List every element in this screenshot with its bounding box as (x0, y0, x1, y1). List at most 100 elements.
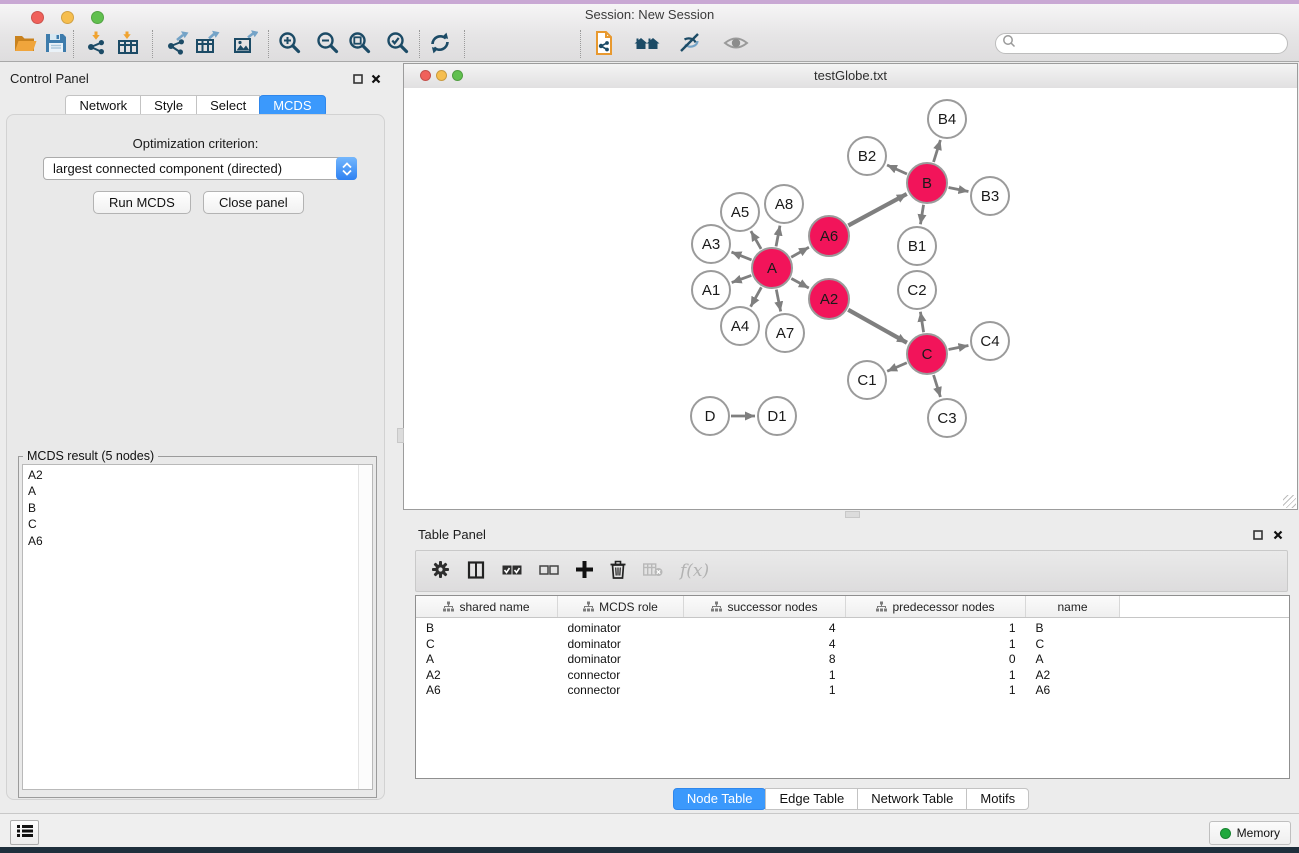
columns-icon (467, 561, 485, 582)
graph-edge-B-B2[interactable] (887, 165, 907, 174)
delete-column-button[interactable] (610, 560, 626, 582)
zoom-fit-button[interactable] (345, 27, 375, 59)
splitter-grip-horizontal[interactable] (845, 511, 860, 518)
search-input[interactable] (1019, 36, 1281, 52)
splitter-grip-vertical[interactable] (397, 428, 404, 443)
network-from-document-button[interactable] (590, 27, 620, 59)
resize-grip-icon[interactable] (1283, 495, 1296, 508)
refresh-view-button[interactable] (425, 27, 455, 59)
graph-edge-A6-B[interactable] (848, 194, 906, 226)
close-panel-button[interactable]: Close panel (203, 191, 304, 214)
task-history-button[interactable] (10, 820, 39, 845)
memory-button[interactable]: Memory (1209, 821, 1291, 845)
graph-edge-B-B1[interactable] (920, 205, 923, 225)
list-item[interactable]: A6 (28, 533, 353, 549)
table-row[interactable]: Bdominator41B (416, 618, 1289, 637)
export-image-button[interactable] (230, 27, 260, 59)
window-title: Session: New Session (0, 4, 1299, 26)
graph-node-label: A7 (776, 325, 794, 342)
zoom-fit-icon (347, 30, 373, 56)
run-mcds-button[interactable]: Run MCDS (93, 191, 191, 214)
graph-node-label: A3 (702, 236, 720, 253)
graph-edge-A2-C[interactable] (848, 310, 907, 343)
graph-node-label: C1 (857, 372, 876, 389)
graph-edge-A-A8[interactable] (776, 226, 780, 247)
table-toolbar: f(x) (415, 550, 1288, 592)
node-table-header: shared nameMCDS rolesuccessor nodesprede… (416, 596, 1289, 618)
search-field[interactable] (995, 33, 1288, 54)
graph-node-label: B1 (908, 238, 926, 255)
column-header-mcds-role[interactable]: MCDS role (558, 596, 684, 618)
toggle-graphics-details-button[interactable] (675, 27, 705, 59)
select-all-button[interactable] (502, 560, 522, 582)
table-row[interactable]: A6connector11A6 (416, 683, 1289, 699)
list-item[interactable]: A2 (28, 467, 353, 483)
graph-edge-B-B3[interactable] (949, 187, 969, 191)
graph-edge-A-A6[interactable] (791, 247, 809, 257)
memory-label: Memory (1237, 826, 1280, 840)
tab-node-table[interactable]: Node Table (673, 788, 767, 810)
document-network-icon (592, 30, 618, 56)
column-header-successor-nodes[interactable]: successor nodes (684, 596, 846, 618)
save-session-button[interactable] (41, 27, 71, 59)
tab-edge-table[interactable]: Edge Table (765, 788, 858, 810)
open-session-button[interactable] (11, 27, 41, 59)
close-panel-icon[interactable] (369, 72, 383, 86)
zoom-out-button[interactable] (313, 27, 343, 59)
column-header-predecessor-nodes[interactable]: predecessor nodes (846, 596, 1026, 618)
details-slash-icon (677, 30, 703, 56)
toolbar-separator (580, 30, 581, 58)
graph-edge-A-A3[interactable] (731, 252, 751, 260)
optimization-select[interactable]: largest connected component (directed) (43, 157, 357, 180)
zoom-network-button[interactable] (452, 70, 463, 81)
graph-edge-A-A7[interactable] (776, 290, 780, 312)
graph-edge-C-C1[interactable] (887, 363, 907, 372)
refresh-icon (427, 30, 453, 56)
graph-edge-B-B4[interactable] (934, 140, 941, 162)
export-network-button[interactable] (162, 27, 192, 59)
delete-table-button[interactable] (643, 560, 663, 582)
add-column-button[interactable] (576, 560, 593, 582)
settings-gear-button[interactable] (431, 560, 450, 582)
open-folder-icon (13, 30, 39, 56)
graph-edge-A-A4[interactable] (751, 287, 762, 306)
column-header-shared-name[interactable]: shared name (416, 596, 558, 618)
home-button[interactable] (632, 27, 662, 59)
graph-edge-A-A1[interactable] (732, 275, 752, 282)
minimize-network-button[interactable] (436, 70, 447, 81)
table-row[interactable]: Cdominator41C (416, 637, 1289, 653)
zoom-selected-button[interactable] (383, 27, 413, 59)
zoom-in-button[interactable] (275, 27, 305, 59)
column-header-name[interactable]: name (1026, 596, 1120, 618)
list-item[interactable]: B (28, 500, 353, 516)
table-row[interactable]: Adominator80A (416, 652, 1289, 668)
graph-edge-A-A2[interactable] (791, 279, 808, 289)
network-canvas[interactable]: AA1A2A3A4A5A6A7A8BB1B2B3B4CC1C2C3C4DD1 (404, 88, 1297, 509)
graph-edge-C-C4[interactable] (949, 345, 969, 349)
list-item[interactable]: A (28, 483, 353, 499)
optimization-select-value: largest connected component (directed) (53, 161, 282, 176)
graph-edge-A-A5[interactable] (751, 231, 761, 249)
table-row[interactable]: A2connector11A2 (416, 668, 1289, 684)
tab-motifs[interactable]: Motifs (966, 788, 1029, 810)
function-builder-button[interactable]: f(x) (680, 560, 709, 582)
graph-edge-C-C2[interactable] (920, 312, 923, 333)
float-table-panel-icon[interactable] (1251, 528, 1265, 542)
list-item[interactable]: C (28, 516, 353, 532)
graph-edge-C-C3[interactable] (934, 375, 941, 397)
show-column-button[interactable] (467, 560, 485, 582)
close-table-panel-icon[interactable] (1271, 528, 1285, 542)
import-network-button[interactable] (82, 27, 112, 59)
select-stepper-icon[interactable] (336, 157, 357, 180)
import-table-button[interactable] (113, 27, 143, 59)
houses-icon (634, 30, 660, 56)
show-hide-details-button[interactable] (721, 27, 751, 59)
tab-network-table[interactable]: Network Table (857, 788, 967, 810)
graph-node-label: A6 (820, 228, 838, 245)
float-panel-icon[interactable] (351, 72, 365, 86)
export-table-button[interactable] (192, 27, 222, 59)
graph-node-label: A (767, 260, 777, 277)
list-scrollbar[interactable] (358, 465, 372, 789)
close-network-button[interactable] (420, 70, 431, 81)
unselect-all-button[interactable] (539, 560, 559, 582)
